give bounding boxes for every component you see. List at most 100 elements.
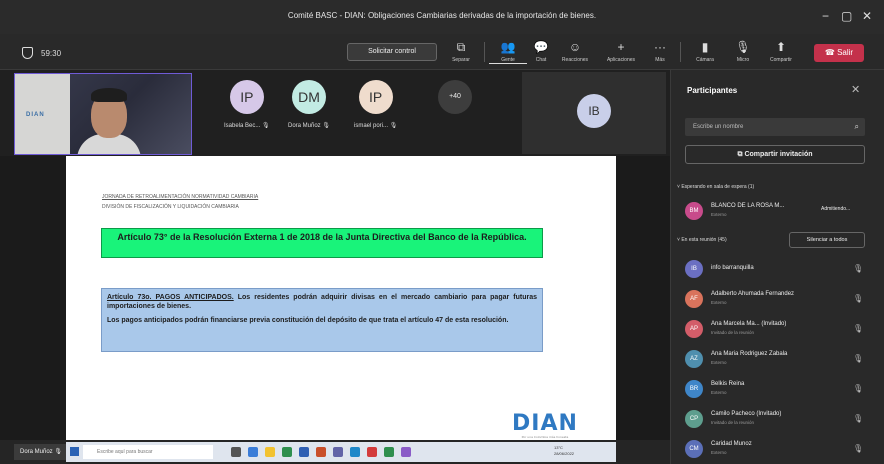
participant-row[interactable]: AP Ana Marcela Ma... (Invitado) Invitado… [685, 316, 875, 342]
participant-row[interactable]: CM Caridad Munoz Externo 🎙 [685, 436, 875, 462]
participant-name: Belkis Reina [711, 381, 745, 387]
mic-off-icon: 🎙 [853, 414, 864, 423]
windows-start-icon [70, 447, 79, 456]
participant-tile[interactable]: IP ismael pori... 🎙 [354, 80, 397, 129]
mic-icon: 🎙 [54, 449, 62, 455]
divider [484, 42, 485, 62]
participant-role: Externo [711, 450, 727, 455]
participant-tile-large[interactable]: IB [522, 72, 666, 154]
share-invite-button[interactable]: ⧉ Compartir invitación [685, 145, 865, 164]
close-button[interactable]: ✕ [862, 9, 872, 23]
shared-screen: JORNADA DE RETROALIMENTACIÓN NORMATIVIDA… [0, 156, 670, 440]
participant-role: Externo [711, 212, 727, 217]
more-button[interactable]: ··· Más [641, 40, 679, 63]
avatar: IB [577, 94, 611, 128]
participants-panel: Participantes ✕ Escribe un nombre ⌕ ⧉ Co… [670, 70, 884, 464]
edge-icon [248, 447, 258, 457]
mic-off-icon: 🎙 [853, 354, 864, 363]
participant-role: Externo [711, 360, 727, 365]
reactions-icon: ☺ [568, 40, 582, 54]
title-bar: Comité BASC - DIAN: Obligaciones Cambiar… [0, 0, 884, 34]
participant-name: BLANCO DE LA ROSA M... [711, 203, 785, 209]
meeting-timer: 59:30 [22, 47, 61, 59]
taskview-icon [231, 447, 241, 457]
avatar: BR [685, 380, 703, 398]
folder-icon [265, 447, 275, 457]
excel-icon [282, 447, 292, 457]
participant-role: Invitado de la reunión [711, 420, 755, 425]
app-icon [384, 447, 394, 457]
avatar: BM [685, 202, 703, 220]
mic-icon: 🎙 [735, 40, 751, 54]
slide-subheader: DIVISIÓN DE FISCALIZACIÓN Y LIQUIDACIÓN … [102, 204, 239, 210]
mic-off-icon: 🎙 [262, 123, 270, 129]
panel-title: Participantes [687, 86, 738, 95]
chat-button[interactable]: 💬 Chat [522, 40, 560, 63]
avatar: IP [229, 80, 264, 114]
person-hair [91, 88, 127, 102]
participant-search-input[interactable]: Escribe un nombre ⌕ [685, 118, 865, 136]
more-participants-button[interactable]: +40 [438, 80, 472, 114]
minimize-button[interactable]: − [822, 9, 829, 23]
share-button[interactable]: ⬆ Compartir [762, 40, 800, 63]
presenter-label: Dora Muñoz 🎙 [14, 444, 68, 460]
mic-off-icon: 🎙 [853, 384, 864, 393]
avatar: DM [291, 80, 326, 114]
participant-row[interactable]: BR Belkis Reina Externo 🎙 [685, 376, 875, 402]
window-title: Comité BASC - DIAN: Obligaciones Cambiar… [287, 11, 597, 20]
mute-all-button[interactable]: Silenciar a todos [789, 232, 865, 248]
shared-taskbar: Escribe aquí para buscar 13°C 28/06/2022 [66, 442, 616, 462]
phone-icon: ☎ [824, 48, 838, 57]
participant-row[interactable]: AZ Ana Maria Rodriguez Zabala Externo 🎙 [685, 346, 875, 372]
avatar: CM [685, 440, 703, 458]
avatar: IP [358, 80, 393, 114]
mic-off-icon: 🎙 [853, 264, 864, 273]
system-tray: 13°C 28/06/2022 [554, 445, 575, 456]
participant-row[interactable]: AF Adalberto Ahumada Fernandez Externo 🎙 [685, 286, 875, 312]
participant-name: Dora Muñoz [288, 123, 321, 129]
article-title-box: Artículo 73° de la Resolución Externa 1 … [101, 228, 543, 258]
app-icon [401, 447, 411, 457]
camera-button[interactable]: ▮ Cámara [686, 40, 724, 63]
mic-button[interactable]: 🎙 Micro [724, 40, 762, 63]
participant-tile[interactable]: DM Dora Muñoz 🎙 [288, 80, 330, 129]
participant-name: Ana Maria Rodriguez Zabala [711, 351, 788, 357]
popout-button[interactable]: ⧉ Separar [442, 40, 480, 63]
article-heading: Artículo 73o. PAGOS ANTICIPADOS. [107, 294, 234, 301]
reactions-button[interactable]: ☺ Reacciones [556, 40, 594, 63]
timer-text: 59:30 [41, 48, 62, 58]
shield-icon [22, 47, 33, 59]
participant-tile[interactable]: IP Isabela Bec... 🎙 [224, 80, 270, 129]
presentation-slide: JORNADA DE RETROALIMENTACIÓN NORMATIVIDA… [66, 156, 616, 440]
mic-off-icon: 🎙 [853, 294, 864, 303]
waiting-section-header[interactable]: ˅ Esperando en sala de espera (1) [677, 184, 754, 190]
meeting-toolbar: 59:30 Solicitar control ⧉ Separar 👥 Gent… [0, 34, 884, 70]
waiting-participant-row[interactable]: BM BLANCO DE LA ROSA M... Externo Admiti… [685, 198, 875, 224]
presenter-video[interactable]: DIAN [14, 73, 192, 155]
leave-button[interactable]: ☎ Salir [814, 44, 864, 62]
participant-name: Caridad Munoz [711, 441, 752, 447]
word-icon [299, 447, 309, 457]
avatar: AF [685, 290, 703, 308]
participant-row[interactable]: IB info barranquilla 🎙 [685, 256, 875, 282]
participant-role: Externo [711, 300, 727, 305]
slide-header: JORNADA DE RETROALIMENTACIÓN NORMATIVIDA… [102, 194, 259, 200]
close-icon[interactable]: ✕ [851, 83, 860, 96]
participant-row[interactable]: CP Camilo Pacheco (Invitado) Invitado de… [685, 406, 875, 432]
participant-role: Externo [711, 390, 727, 395]
maximize-button[interactable]: ▢ [841, 9, 852, 23]
video-gallery: DIAN IP Isabela Bec... 🎙 DM Dora Muñoz 🎙… [0, 70, 670, 156]
avatar: AP [685, 320, 703, 338]
meeting-section-header[interactable]: ˅ En esta reunión (45) [677, 237, 727, 243]
article-paragraph: Los pagos anticipados podrán financiarse… [107, 317, 509, 324]
participant-name: info barranquilla [711, 265, 754, 271]
apps-button[interactable]: + Aplicaciones [602, 40, 640, 63]
avatar: CP [685, 410, 703, 428]
request-control-button[interactable]: Solicitar control [347, 43, 437, 61]
share-icon: ⬆ [775, 40, 787, 54]
mic-off-icon: 🎙 [853, 444, 864, 453]
participant-role: Invitado de la reunión [711, 330, 755, 335]
avatar: AZ [685, 350, 703, 368]
popout-icon: ⧉ [456, 40, 466, 54]
participant-name: Adalberto Ahumada Fernandez [711, 291, 795, 297]
